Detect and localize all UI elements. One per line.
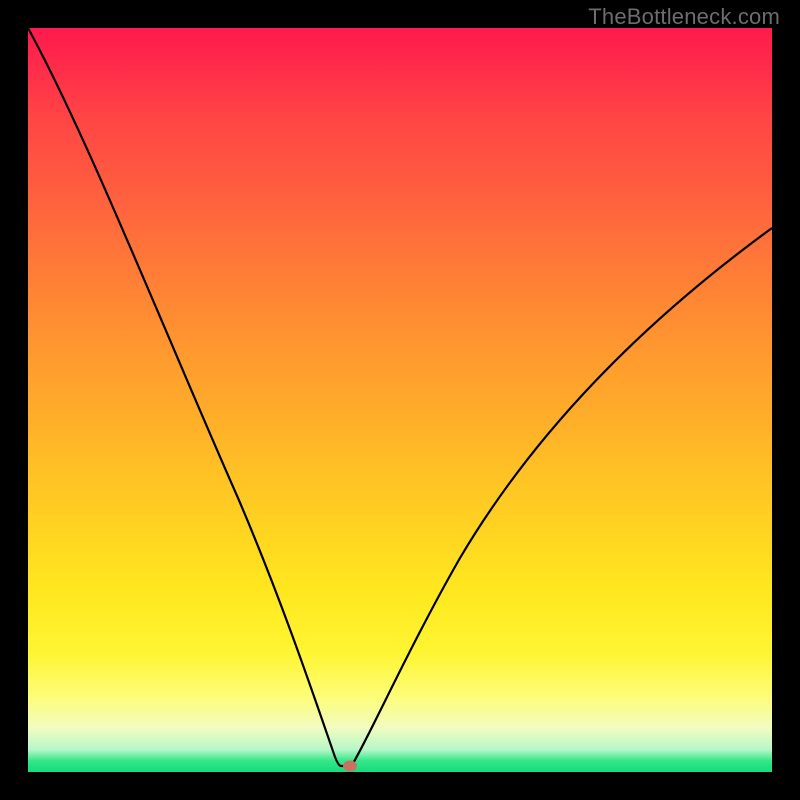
curve-svg [28, 28, 772, 772]
plot-area [28, 28, 772, 772]
watermark-text: TheBottleneck.com [588, 4, 780, 30]
chart-container: TheBottleneck.com [0, 0, 800, 800]
minimum-marker [343, 761, 357, 772]
bottleneck-curve-path [28, 28, 772, 766]
